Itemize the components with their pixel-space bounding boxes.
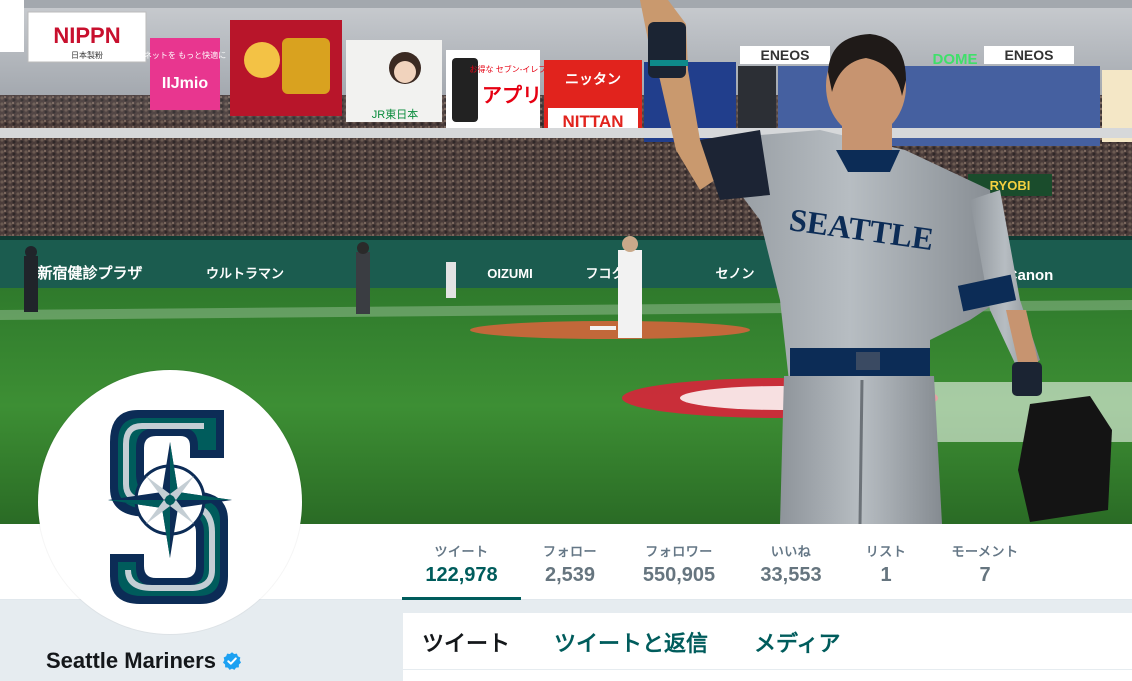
- sign-ryobi: RYOBI: [990, 178, 1031, 193]
- stat-likes-label: いいね: [770, 544, 812, 559]
- stat-lists-value: 1: [880, 564, 892, 586]
- stat-followers-value: 550,905: [642, 564, 716, 586]
- stat-moments-value: 7: [979, 564, 991, 586]
- stat-tweets[interactable]: ツイート 122,978: [402, 524, 521, 600]
- stat-tweets-label: ツイート: [434, 544, 489, 559]
- sign-iijmio: IIJmio: [162, 75, 208, 92]
- sign-app-top: お得な セブン-イレブン: [470, 64, 555, 74]
- mariners-logo-icon: [108, 410, 232, 604]
- sign-nippn: NIPPN: [53, 23, 120, 48]
- sign-jr: JR東日本: [372, 107, 418, 121]
- stat-likes[interactable]: いいね 33,553: [743, 524, 839, 600]
- sign-dome: DOME: [933, 51, 978, 68]
- stat-following-label: フォロー: [542, 544, 597, 559]
- stat-followers-label: フォロワー: [645, 544, 713, 559]
- stat-followers[interactable]: フォロワー 550,905: [623, 524, 735, 600]
- sign-eneos-left: ENEOS: [760, 47, 809, 63]
- stat-lists-label: リスト: [865, 544, 907, 559]
- stat-following[interactable]: フォロー 2,539: [521, 524, 619, 600]
- stat-tweets-value: 122,978: [425, 564, 498, 586]
- stat-likes-value: 33,553: [760, 564, 822, 586]
- tab-media[interactable]: メディア: [754, 626, 840, 658]
- profile-avatar[interactable]: [38, 370, 302, 634]
- wall-sign-oizumi: OIZUMI: [487, 266, 533, 281]
- tab-tweets-and-replies[interactable]: ツイートと返信: [554, 626, 708, 658]
- wall-sign-ultra: ウルトラマン: [206, 266, 284, 281]
- stat-moments-label: モーメント: [951, 544, 1019, 559]
- sign-eneos-right: ENEOS: [1004, 47, 1053, 63]
- timeline-tabs: ツイート ツイートと返信 メディア: [403, 613, 1132, 670]
- sign-iijmio-top: ネットを もっと快適に: [144, 50, 226, 60]
- stat-moments[interactable]: モーメント 7: [934, 524, 1036, 600]
- tab-tweets[interactable]: ツイート: [422, 626, 510, 658]
- timeline-area: [403, 670, 1132, 681]
- wall-sign-left: 新宿健診プラザ: [37, 264, 142, 282]
- verified-badge-icon: [222, 652, 241, 670]
- stat-lists[interactable]: リスト 1: [848, 524, 924, 600]
- sign-nippn-sub: 日本製粉: [71, 50, 103, 60]
- profile-name-row: Seattle Mariners: [46, 648, 242, 674]
- sign-app: アプリ: [482, 84, 542, 107]
- profile-name[interactable]: Seattle Mariners: [46, 648, 216, 673]
- sign-nittan-top: ニッタン: [565, 71, 621, 87]
- wall-sign-senon: セノン: [715, 266, 754, 281]
- stat-following-value: 2,539: [544, 564, 596, 586]
